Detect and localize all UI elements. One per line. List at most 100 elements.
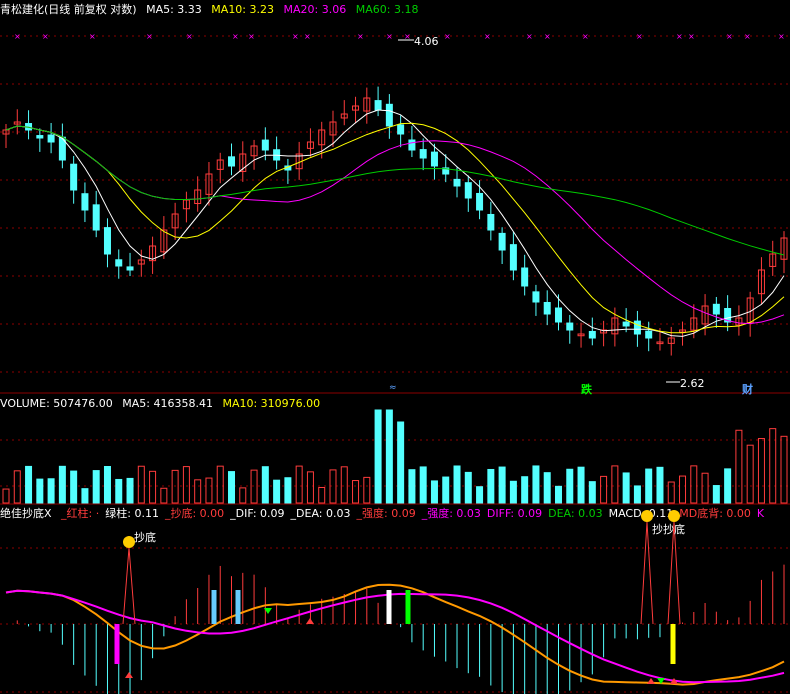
candle-body — [498, 232, 506, 251]
volume-bar — [306, 471, 314, 504]
top-signal-marker: × — [186, 32, 193, 41]
volume-bar — [667, 481, 675, 504]
buy-arrow-icon — [647, 678, 655, 684]
event-cai-marker[interactable]: 财 — [742, 381, 753, 397]
volume-bar — [487, 468, 495, 504]
top-signal-marker: × — [726, 32, 733, 41]
signal-spike — [122, 547, 136, 625]
top-signal-marker: × — [146, 32, 153, 41]
candle-body — [126, 266, 134, 271]
volume-bar — [273, 479, 281, 504]
volume-bar — [239, 487, 247, 504]
dea-line — [5, 589, 785, 684]
candle-body — [70, 163, 78, 191]
buy-arrow-icon — [125, 672, 133, 678]
volume-bar — [600, 475, 608, 504]
candle-body — [81, 193, 89, 211]
dif-line — [5, 583, 785, 686]
candle-body — [430, 151, 438, 167]
candle-body — [521, 267, 529, 287]
top-signal-marker: × — [484, 32, 491, 41]
event-arrow-marker[interactable]: ≈ — [389, 383, 397, 393]
top-signal-marker: × — [688, 32, 695, 41]
volume-bar — [374, 409, 382, 504]
volume-bar — [216, 465, 224, 504]
volume-bar — [780, 435, 788, 504]
candle-body — [464, 182, 472, 199]
volume-bar — [633, 485, 641, 504]
event-die-marker[interactable]: 跌 — [581, 381, 592, 397]
candle-body — [633, 320, 641, 335]
volume-bar — [36, 478, 44, 504]
volume-bar — [645, 468, 653, 504]
volume-bar — [47, 478, 55, 504]
candle-body — [543, 301, 551, 315]
top-signal-marker: × — [778, 32, 785, 41]
top-signal-marker: × — [292, 32, 299, 41]
candle-body — [645, 330, 653, 339]
volume-bar — [476, 486, 484, 504]
volume-bar — [577, 466, 585, 504]
volume-bar — [126, 477, 134, 504]
candle-body — [47, 134, 55, 143]
top-signal-marker: × — [14, 32, 21, 41]
top-signal-marker: × — [676, 32, 683, 41]
signal-bar — [211, 590, 217, 624]
volume-bar — [363, 476, 371, 504]
top-signal-marker: × — [232, 32, 239, 41]
top-signal-marker: × — [357, 32, 364, 41]
volume-bar — [182, 466, 190, 504]
candle-body — [115, 259, 123, 267]
volume-bar — [250, 469, 258, 504]
volume-bar — [25, 465, 33, 504]
volume-bar — [149, 470, 157, 504]
top-signal-marker: × — [636, 32, 643, 41]
candle-body — [36, 135, 44, 139]
volume-bar — [543, 472, 551, 504]
volume-bar — [430, 480, 438, 504]
volume-bar — [205, 477, 213, 504]
volume-bar — [509, 480, 517, 504]
volume-bar — [92, 470, 100, 504]
candle-body — [554, 307, 562, 323]
volume-bar — [318, 486, 326, 504]
candle-body — [487, 213, 495, 231]
volume-bar — [295, 465, 303, 504]
volume-bar — [385, 409, 393, 504]
volume-bar — [284, 477, 292, 504]
volume-bar — [2, 488, 10, 504]
volume-bar — [566, 468, 574, 504]
candle-body — [453, 178, 461, 187]
volume-bar — [498, 466, 506, 504]
volume-bar — [746, 444, 754, 504]
volume-bar — [408, 469, 416, 504]
ma20-line — [5, 125, 785, 325]
top-signal-marker: × — [444, 32, 451, 41]
volume-bar — [419, 466, 427, 504]
candle-body — [385, 103, 393, 127]
volume-bar — [160, 487, 168, 504]
candle-body — [261, 139, 269, 151]
candle-body — [712, 303, 720, 315]
volume-bar — [712, 485, 720, 504]
top-signal-marker: × — [744, 32, 751, 41]
candle-body — [509, 244, 517, 271]
volume-bar — [228, 471, 236, 504]
candle-body — [228, 156, 236, 167]
signal-label-2: 抄抄底 — [652, 523, 685, 536]
volume-bar — [397, 421, 405, 504]
candle-body — [103, 227, 111, 255]
top-signal-marker: × — [42, 32, 49, 41]
volume-bar — [656, 466, 664, 504]
volume-bar — [81, 488, 89, 504]
volume-bar — [611, 465, 619, 504]
volume-bar — [137, 465, 145, 504]
candle-body — [397, 124, 405, 135]
signal-spike — [667, 521, 681, 625]
volume-bar — [103, 466, 111, 504]
signal-label-1: 抄底 — [134, 531, 156, 544]
volume-bar — [70, 470, 78, 504]
volume-bar — [554, 485, 562, 504]
kline-chart[interactable]: × × × × × × × × × × × × × × × × × × × × × × × — [0, 0, 790, 694]
volume-bar — [194, 479, 202, 504]
